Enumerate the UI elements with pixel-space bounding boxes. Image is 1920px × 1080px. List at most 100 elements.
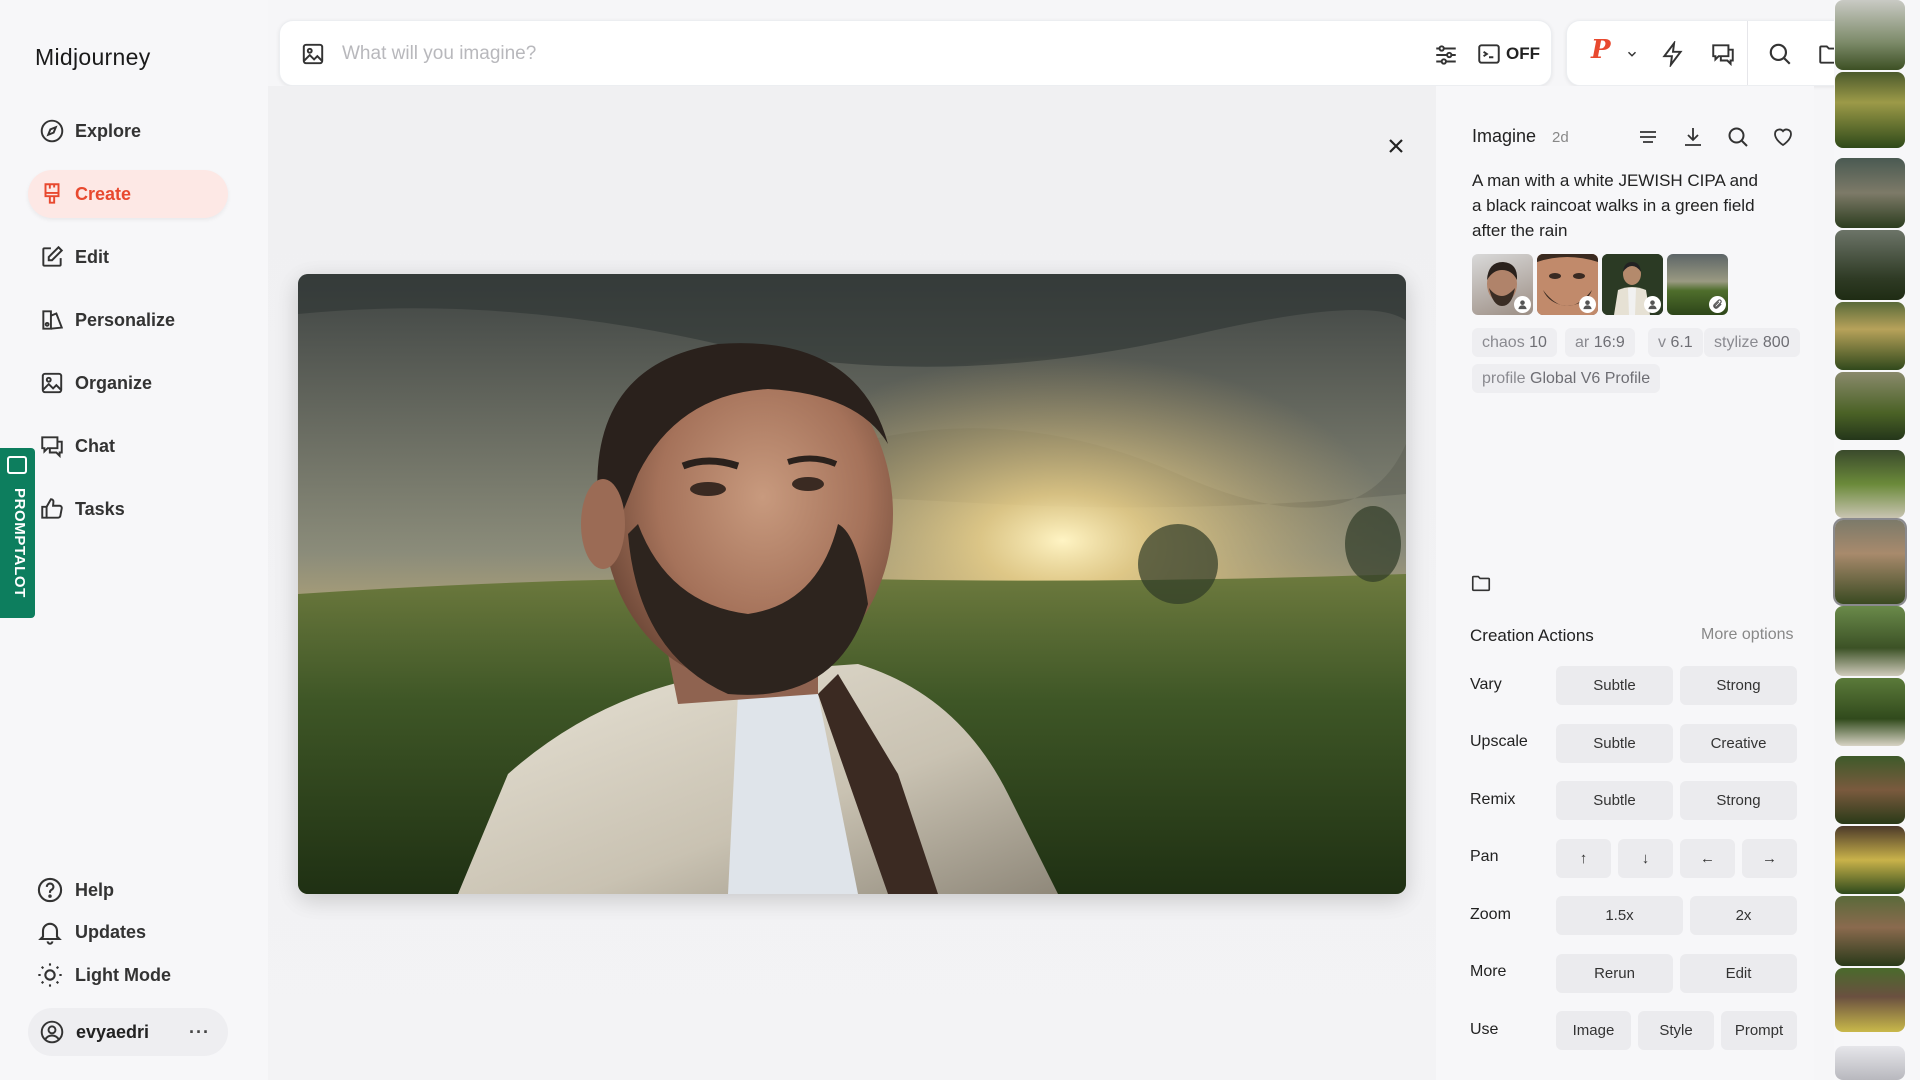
param-chaos[interactable]: chaos 10 bbox=[1472, 328, 1557, 357]
settings-sliders-icon[interactable] bbox=[1433, 42, 1459, 68]
use-style-button[interactable]: Style bbox=[1638, 1011, 1714, 1050]
remix-subtle-button[interactable]: Subtle bbox=[1556, 781, 1673, 820]
nav-edit-label: Edit bbox=[75, 246, 109, 267]
remix-strong-button[interactable]: Strong bbox=[1680, 781, 1797, 820]
history-thumb-selected[interactable] bbox=[1835, 520, 1905, 604]
terminal-icon bbox=[1478, 44, 1500, 64]
app-title: Midjourney bbox=[35, 44, 151, 70]
user-more-button[interactable]: ··· bbox=[189, 1022, 210, 1043]
nav-personalize[interactable]: Personalize bbox=[28, 296, 228, 344]
pan-down-button[interactable]: ↓ bbox=[1618, 839, 1673, 878]
nav-edit[interactable]: Edit bbox=[28, 233, 228, 281]
add-image-icon[interactable] bbox=[300, 41, 326, 67]
nav-tasks-label: Tasks bbox=[75, 498, 125, 519]
search-icon[interactable] bbox=[1726, 125, 1750, 149]
download-icon[interactable] bbox=[1681, 125, 1705, 149]
job-type: Imagine bbox=[1472, 126, 1537, 146]
history-thumb[interactable] bbox=[1835, 302, 1905, 370]
edit-icon bbox=[42, 245, 64, 267]
raw-mode-toggle[interactable]: OFF bbox=[1476, 41, 1540, 67]
creation-actions-title: Creation Actions bbox=[1470, 626, 1594, 645]
help-link[interactable]: Help bbox=[36, 876, 114, 904]
history-thumb[interactable] bbox=[1835, 72, 1905, 148]
zoom-2x-button[interactable]: 2x bbox=[1690, 896, 1797, 935]
pan-label: Pan bbox=[1470, 848, 1499, 865]
search-icon[interactable] bbox=[1767, 41, 1793, 67]
upscale-label: Upscale bbox=[1470, 733, 1528, 750]
close-icon[interactable] bbox=[1384, 134, 1408, 158]
pan-left-button[interactable]: ← bbox=[1680, 839, 1735, 878]
rerun-button[interactable]: Rerun bbox=[1556, 954, 1673, 993]
history-thumb[interactable] bbox=[1835, 230, 1905, 300]
history-thumb[interactable] bbox=[1835, 896, 1905, 966]
vary-label: Vary bbox=[1470, 676, 1502, 693]
history-thumb[interactable] bbox=[1835, 606, 1905, 676]
updates-link[interactable]: Updates bbox=[36, 918, 146, 946]
character-reference-thumb[interactable] bbox=[1537, 254, 1598, 315]
compass-icon bbox=[40, 119, 64, 143]
history-thumb[interactable] bbox=[1835, 158, 1905, 228]
param-profile[interactable]: profile Global V6 Profile bbox=[1472, 364, 1661, 393]
vary-strong-button[interactable]: Strong bbox=[1680, 666, 1797, 705]
image-prompt-thumb[interactable] bbox=[1667, 254, 1728, 315]
upscale-creative-button[interactable]: Creative bbox=[1680, 724, 1797, 763]
prompt-input[interactable] bbox=[342, 39, 1142, 69]
prompt-text[interactable]: A man with a white JEWISH CIPA and a bla… bbox=[1472, 168, 1762, 243]
history-thumb[interactable] bbox=[1835, 1046, 1905, 1080]
chat-icon[interactable] bbox=[1710, 41, 1736, 67]
person-icon bbox=[1644, 296, 1661, 313]
help-icon bbox=[37, 877, 63, 903]
nav-create[interactable]: Create bbox=[28, 170, 228, 218]
more-options-link[interactable]: More options bbox=[1701, 626, 1794, 644]
updates-label: Updates bbox=[75, 921, 147, 942]
paperclip-icon bbox=[1709, 296, 1726, 313]
image-viewer bbox=[268, 86, 1436, 1080]
nav-chat[interactable]: Chat bbox=[28, 422, 228, 470]
nav-explore-label: Explore bbox=[75, 120, 142, 141]
zoom-1-5x-button[interactable]: 1.5x bbox=[1556, 896, 1683, 935]
toolbar: P bbox=[1566, 20, 1866, 86]
history-thumb[interactable] bbox=[1835, 968, 1905, 1032]
generated-image[interactable] bbox=[298, 274, 1406, 894]
chat-icon bbox=[41, 436, 63, 459]
history-thumb[interactable] bbox=[1835, 826, 1905, 894]
nav-tasks[interactable]: Tasks bbox=[28, 485, 228, 533]
param-stylize[interactable]: stylize 800 bbox=[1704, 328, 1800, 357]
nav-explore[interactable]: Explore bbox=[28, 107, 228, 155]
param-version[interactable]: v 6.1 bbox=[1648, 328, 1703, 357]
nav-organize[interactable]: Organize bbox=[28, 359, 228, 407]
folder-icon[interactable] bbox=[1470, 572, 1492, 594]
use-image-button[interactable]: Image bbox=[1556, 1011, 1631, 1050]
menu-lines-icon[interactable] bbox=[1636, 125, 1660, 149]
pan-up-button[interactable]: ↑ bbox=[1556, 839, 1611, 878]
chevron-down-icon[interactable] bbox=[1625, 47, 1639, 61]
light-mode-toggle[interactable]: Light Mode bbox=[36, 961, 171, 989]
history-thumb[interactable] bbox=[1835, 0, 1905, 70]
nav-personalize-label: Personalize bbox=[75, 309, 176, 330]
help-label: Help bbox=[75, 879, 115, 900]
history-thumb[interactable] bbox=[1835, 678, 1905, 746]
vary-subtle-button[interactable]: Subtle bbox=[1556, 666, 1673, 705]
heart-icon[interactable] bbox=[1771, 125, 1795, 149]
character-reference-thumb[interactable] bbox=[1602, 254, 1663, 315]
profile-selector[interactable]: P bbox=[1591, 35, 1611, 65]
sidebar: Midjourney Explore Create Edit Personali… bbox=[0, 0, 268, 1080]
upscale-subtle-button[interactable]: Subtle bbox=[1556, 724, 1673, 763]
image-icon bbox=[41, 372, 63, 394]
param-aspect-ratio[interactable]: ar 16:9 bbox=[1565, 328, 1635, 357]
edit-button[interactable]: Edit bbox=[1680, 954, 1797, 993]
lightning-icon[interactable] bbox=[1660, 41, 1686, 67]
nav-chat-label: Chat bbox=[75, 435, 115, 456]
pan-right-button[interactable]: → bbox=[1742, 839, 1797, 878]
history-thumb[interactable] bbox=[1835, 372, 1905, 440]
history-thumb[interactable] bbox=[1835, 450, 1905, 518]
thumbs-up-icon bbox=[41, 498, 63, 519]
character-reference-thumb[interactable] bbox=[1472, 254, 1533, 315]
use-prompt-button[interactable]: Prompt bbox=[1721, 1011, 1797, 1050]
details-panel: Imagine 2d A man with a white JEWISH CIP… bbox=[1436, 86, 1814, 1080]
user-menu[interactable]: evyaedri ··· bbox=[28, 1008, 228, 1056]
portrait-image bbox=[298, 274, 1406, 894]
toolbar-divider bbox=[1747, 21, 1748, 85]
history-thumb[interactable] bbox=[1835, 756, 1905, 824]
promptalot-extension-tab[interactable]: PROMPTALOT bbox=[0, 448, 35, 618]
